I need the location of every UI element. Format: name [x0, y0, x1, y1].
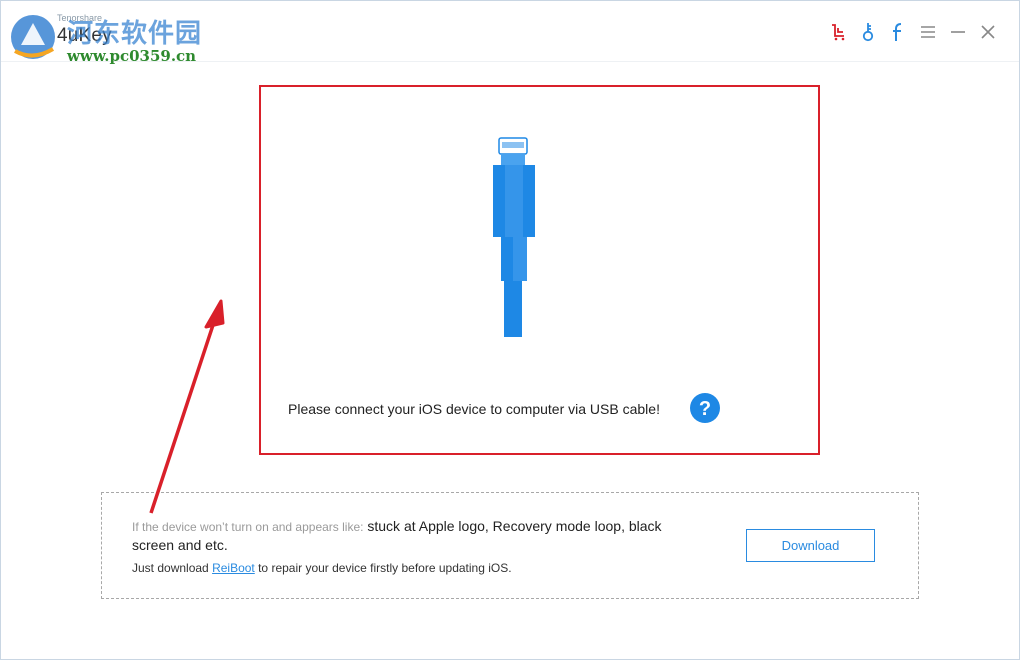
usb-cable-icon — [493, 137, 535, 337]
cart-button[interactable] — [829, 20, 847, 44]
connect-message: Please connect your iOS device to comput… — [288, 401, 660, 417]
question-circle-icon[interactable]: ? — [689, 392, 721, 424]
reiboot-link[interactable]: ReiBoot — [212, 561, 255, 575]
watermark-url: www.pc0359.cn — [67, 47, 197, 65]
watermark-chinese: 河东软件园 — [67, 19, 203, 49]
app-window: Tenorshare 4uKey 河东软件园 www.pc0359.cn Ple… — [0, 0, 1020, 660]
app-logo — [11, 15, 55, 59]
minimize-icon — [951, 31, 965, 33]
title-bar[interactable]: Tenorshare 4uKey 河东软件园 www.pc0359.cn — [1, 1, 1019, 65]
menu-button[interactable] — [919, 20, 937, 44]
tip-download-hint: Just download ReiBoot to repair your dev… — [132, 561, 512, 575]
svg-text:?: ? — [699, 398, 711, 420]
cart-icon — [832, 24, 845, 41]
close-button[interactable] — [979, 20, 997, 44]
download-button[interactable]: Download — [746, 529, 875, 562]
facebook-button[interactable] — [889, 20, 907, 44]
recovery-tip-box: If the device won’t turn on and appears … — [101, 492, 919, 599]
key-icon — [862, 23, 874, 42]
minimize-button[interactable] — [949, 20, 967, 44]
close-icon — [981, 25, 995, 39]
tip-lead-text: If the device won’t turn on and appears … — [132, 520, 364, 534]
facebook-icon — [893, 23, 902, 41]
tip-description: If the device won’t turn on and appears … — [132, 517, 702, 554]
tip-hint-suffix: to repair your device firstly before upd… — [254, 561, 512, 575]
connect-device-panel: Please connect your iOS device to comput… — [259, 85, 820, 455]
menu-icon — [921, 26, 935, 38]
titlebar-controls — [829, 19, 997, 45]
key-button[interactable] — [859, 20, 877, 44]
tip-hint-prefix: Just download — [132, 561, 213, 575]
